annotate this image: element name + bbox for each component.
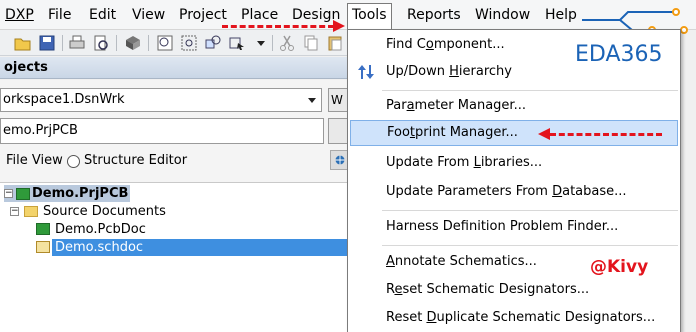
menu-item-parameter-manager[interactable]: Parameter Manager... xyxy=(348,93,680,119)
menu-reports[interactable]: Reports xyxy=(403,4,465,26)
up-down-arrows-icon xyxy=(358,65,374,79)
menu-window[interactable]: Window xyxy=(471,4,534,26)
tree-item-label: Demo.PcbDoc xyxy=(55,222,146,237)
projects-panel-title: ojects xyxy=(0,57,350,79)
workspace-select[interactable]: orkspace1.DsnWrk xyxy=(0,88,322,112)
author-signature: @Kivy xyxy=(590,257,649,277)
annotation-arrow-to-tools xyxy=(222,25,334,28)
toolbar-separator xyxy=(116,35,117,51)
menu-separator xyxy=(382,245,678,246)
tools-dropdown-menu: Find Component... Up/Down Hierarchy Para… xyxy=(347,29,681,332)
menu-item-reset-duplicate-schematic-designators[interactable]: Reset Duplicate Schematic Designators... xyxy=(348,305,680,331)
zoom-area-icon[interactable] xyxy=(180,34,198,52)
structure-editor-label[interactable]: Structure Editor xyxy=(84,150,187,172)
open-folder-icon[interactable] xyxy=(14,34,32,52)
workspace-select-value: orkspace1.DsnWrk xyxy=(3,92,125,107)
menu-edit[interactable]: Edit xyxy=(85,4,120,26)
tree-item-folder[interactable]: − Source Documents xyxy=(10,203,170,220)
schematic-document-icon xyxy=(36,241,50,253)
select-tool-icon[interactable] xyxy=(228,34,246,52)
view-mode-row: File View Structure Editor xyxy=(0,150,350,172)
save-icon[interactable] xyxy=(38,34,56,52)
toolbar-separator xyxy=(148,35,149,51)
collapse-icon[interactable]: − xyxy=(10,207,19,216)
menu-separator xyxy=(382,90,678,91)
tree-item-label: Demo.PrjPCB xyxy=(32,186,129,201)
tree-item-label: Demo.schdoc xyxy=(55,240,144,255)
collapse-icon[interactable]: − xyxy=(4,189,13,198)
tree-item-label: Source Documents xyxy=(43,204,166,219)
annotation-arrowhead-right-icon xyxy=(333,20,345,32)
menu-file[interactable]: File xyxy=(44,4,75,26)
print-preview-icon[interactable] xyxy=(92,34,110,52)
dropdown-arrow-icon[interactable] xyxy=(252,34,270,52)
annotation-arrowhead-left-icon xyxy=(538,128,550,140)
menu-item-update-from-libraries[interactable]: Update From Libraries... xyxy=(348,150,680,176)
standard-toolbar xyxy=(0,30,350,56)
cut-icon[interactable] xyxy=(278,34,296,52)
tree-item-pcbdoc[interactable]: Demo.PcbDoc xyxy=(34,221,154,238)
project-field[interactable]: emo.PrjPCB xyxy=(0,118,324,144)
menu-project[interactable]: Project xyxy=(175,4,231,26)
pcb-project-icon xyxy=(16,188,30,200)
print-icon[interactable] xyxy=(68,34,86,52)
menu-item-reset-schematic-designators[interactable]: Reset Schematic Designators... xyxy=(348,277,680,303)
pcb-document-icon xyxy=(36,223,50,235)
tree-item-schdoc[interactable]: Demo.schdoc xyxy=(52,239,350,256)
structure-editor-radio[interactable] xyxy=(67,155,80,168)
copy-icon[interactable] xyxy=(302,34,320,52)
menu-view[interactable]: View xyxy=(128,4,169,26)
chevron-down-icon[interactable] xyxy=(303,89,321,111)
zoom-fit-icon[interactable] xyxy=(156,34,174,52)
annotation-arrow-to-footprint-manager xyxy=(550,133,662,136)
toolbar-separator xyxy=(62,35,63,51)
menu-tools[interactable]: Tools xyxy=(347,3,392,30)
file-view-label[interactable]: File View xyxy=(6,150,63,172)
tree-item-project[interactable]: − Demo.PrjPCB xyxy=(4,185,130,202)
menu-item-harness-definition-problem-finder[interactable]: Harness Definition Problem Finder... xyxy=(348,214,680,240)
menu-item-update-parameters-from-database[interactable]: Update Parameters From Database... xyxy=(348,179,680,205)
component-3d-icon[interactable] xyxy=(124,34,142,52)
zoom-selected-icon[interactable] xyxy=(204,34,222,52)
eda365-watermark: EDA365 xyxy=(575,42,663,67)
project-tree: − Demo.PrjPCB − Source Documents Demo.Pc… xyxy=(0,182,350,332)
menu-separator xyxy=(382,210,678,211)
toolbar-separator xyxy=(272,35,273,51)
folder-icon xyxy=(24,206,38,217)
menu-dxp[interactable]: DXP xyxy=(1,4,38,26)
menu-place[interactable]: Place xyxy=(237,4,282,26)
paste-icon[interactable] xyxy=(326,34,344,52)
menu-help[interactable]: Help xyxy=(541,4,581,26)
tree-item-schdoc-icon-holder xyxy=(34,239,50,256)
